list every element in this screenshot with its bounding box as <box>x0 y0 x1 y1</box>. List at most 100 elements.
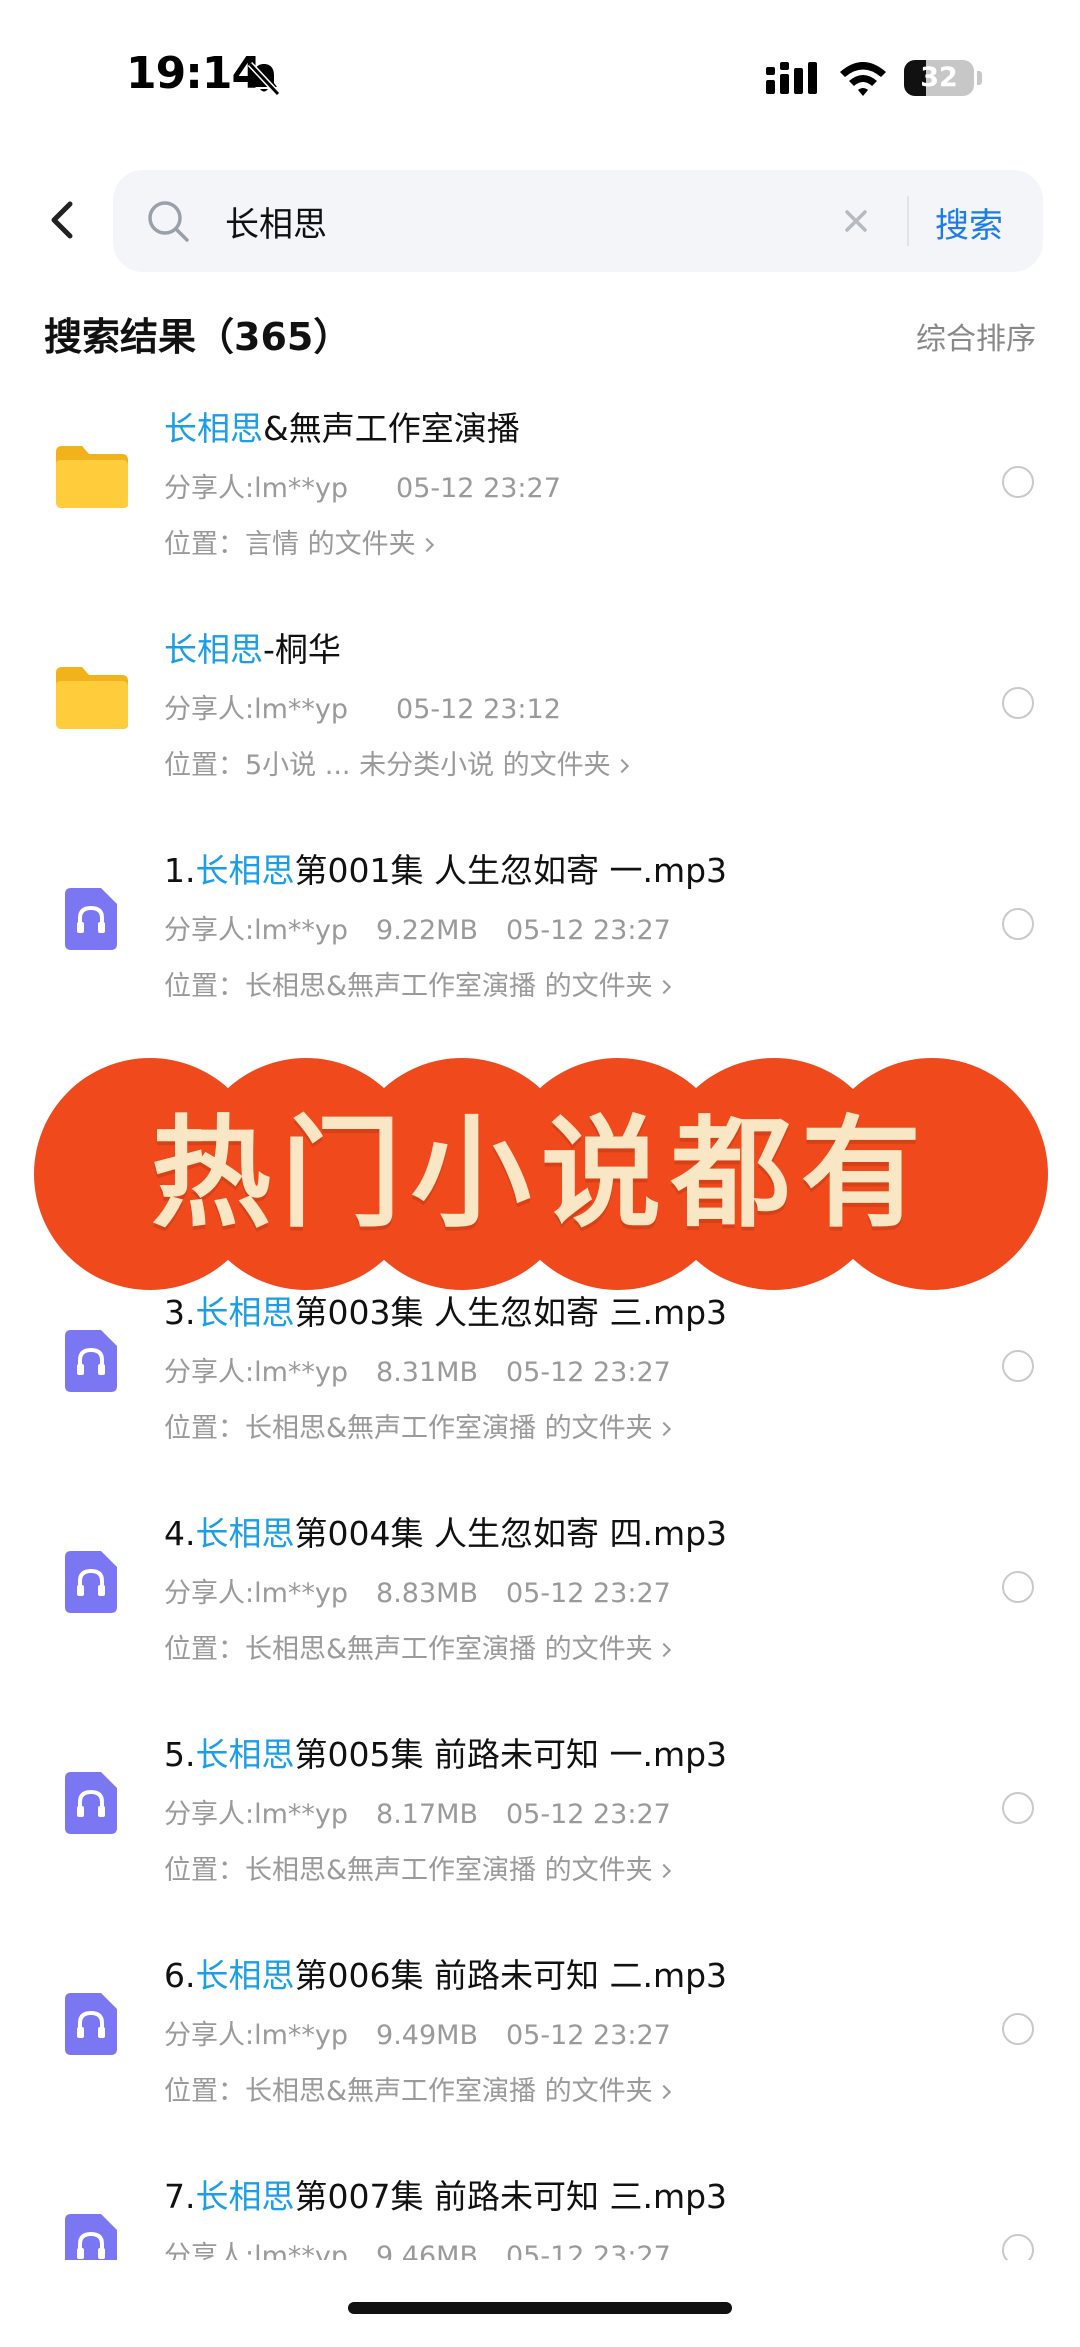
search-input[interactable] <box>225 194 805 248</box>
select-radio[interactable] <box>1002 1792 1034 1824</box>
item-location: 位置：言情 的文件夹 <box>164 529 416 560</box>
item-title-rest: 第006集 前路未可知 二.mp3 <box>294 1956 728 1995</box>
select-radio[interactable] <box>1002 687 1034 719</box>
item-title: 长相思-桐华 <box>164 623 341 671</box>
item-title-prefix: 1. <box>164 851 196 890</box>
wifi-icon <box>840 62 886 96</box>
item-sharer: 分享人:lm**yp <box>164 915 349 946</box>
search-icon <box>148 201 189 242</box>
item-meta: 分享人:lm**yp 05-12 23:27 <box>164 466 589 505</box>
item-title: 长相思&無声工作室演播 <box>164 402 520 450</box>
back-button[interactable] <box>36 190 92 250</box>
item-meta: 分享人:lm**yp 9.49MB 05-12 23:27 <box>164 2013 699 2052</box>
list-item[interactable]: 5.长相思第005集 前路未可知 一.mp3 分享人:lm**yp 8.17MB 0… <box>0 1706 1080 1927</box>
item-location-link[interactable]: 位置：言情 的文件夹 <box>164 522 434 561</box>
select-radio[interactable] <box>1002 2013 1034 2045</box>
search-box: 搜索 <box>113 170 1043 272</box>
item-time: 05-12 23:27 <box>505 915 671 946</box>
chevron-right-icon <box>656 1642 671 1658</box>
audio-file-icon <box>65 1330 117 1392</box>
audio-file-icon <box>65 888 117 950</box>
item-size: 9.46MB <box>376 2241 478 2260</box>
item-location-link[interactable]: 位置：长相思&無声工作室演播 的文件夹 <box>164 1627 671 1666</box>
item-time: 05-12 23:27 <box>505 1578 671 1609</box>
item-location: 位置：长相思&無声工作室演播 的文件夹 <box>164 1855 653 1886</box>
item-location: 位置：5小说 ... 未分类小说 的文件夹 <box>164 750 611 781</box>
item-title-highlight: 长相思 <box>195 2177 295 2216</box>
item-sharer: 分享人:lm**yp <box>164 473 349 504</box>
item-time: 05-12 23:27 <box>396 473 561 504</box>
list-item[interactable]: 4.长相思第004集 人生忽如寄 四.mp3 分享人:lm**yp 8.83MB 0… <box>0 1485 1080 1706</box>
item-title-highlight: 长相思 <box>164 630 263 669</box>
chevron-right-icon <box>656 1421 671 1437</box>
item-sharer: 分享人:lm**yp <box>164 1799 349 1830</box>
clear-search-icon[interactable] <box>835 200 877 242</box>
item-title-prefix: 6. <box>164 1956 196 1995</box>
search-button[interactable]: 搜索 <box>935 198 1003 247</box>
chevron-right-icon <box>614 758 629 774</box>
select-radio[interactable] <box>1002 1571 1034 1603</box>
list-item[interactable]: 长相思&無声工作室演播 分享人:lm**yp 05-12 23:27 位置：言情 … <box>0 380 1080 601</box>
item-size: 9.49MB <box>376 2020 478 2051</box>
item-location-link[interactable]: 位置：长相思&無声工作室演播 的文件夹 <box>164 1848 671 1887</box>
audio-file-icon <box>65 1993 117 2055</box>
item-title: 1.长相思第001集 人生忽如寄 一.mp3 <box>164 844 727 892</box>
list-item[interactable]: 长相思-桐华 分享人:lm**yp 05-12 23:12 位置：5小说 ... … <box>0 601 1080 822</box>
cellular-signal-icon <box>766 62 817 94</box>
item-time: 05-12 23:27 <box>505 1799 671 1830</box>
item-meta: 分享人:lm**yp 05-12 23:12 <box>164 687 589 726</box>
battery-level: 32 <box>920 62 958 93</box>
list-item[interactable]: 7.长相思第007集 前路未可知 三.mp3 分享人:lm**yp 9.46MB 0… <box>0 2148 1080 2260</box>
select-radio[interactable] <box>1002 1350 1034 1382</box>
item-location: 位置：长相思&無声工作室演播 的文件夹 <box>164 1413 653 1444</box>
promo-text: 热门小说都有 <box>151 1103 931 1244</box>
item-size: 8.31MB <box>376 1357 478 1388</box>
battery-indicator: 32 <box>904 60 974 96</box>
chevron-right-icon <box>419 537 434 553</box>
audio-file-icon <box>65 1551 117 1613</box>
item-title-prefix: 5. <box>164 1735 196 1774</box>
home-indicator <box>348 2302 732 2314</box>
item-sharer: 分享人:lm**yp <box>164 2020 349 2051</box>
item-title-highlight: 长相思 <box>195 1735 295 1774</box>
item-title-rest: &無声工作室演播 <box>263 409 520 448</box>
item-meta: 分享人:lm**yp 9.22MB 05-12 23:27 <box>164 908 699 947</box>
item-size: 9.22MB <box>376 915 478 946</box>
item-time: 05-12 23:27 <box>505 2241 671 2260</box>
chevron-right-icon <box>656 979 671 995</box>
item-title-prefix: 3. <box>164 1293 196 1332</box>
item-sharer: 分享人:lm**yp <box>164 2241 349 2260</box>
select-radio[interactable] <box>1002 2234 1034 2260</box>
audio-file-icon <box>65 1772 117 1834</box>
item-sharer: 分享人:lm**yp <box>164 1357 349 1388</box>
item-title-highlight: 长相思 <box>195 851 295 890</box>
item-sharer: 分享人:lm**yp <box>164 1578 349 1609</box>
item-title: 7.长相思第007集 前路未可知 三.mp3 <box>164 2170 727 2218</box>
select-radio[interactable] <box>1002 908 1034 940</box>
item-meta: 分享人:lm**yp 8.17MB 05-12 23:27 <box>164 1792 699 1831</box>
results-list: 长相思&無声工作室演播 分享人:lm**yp 05-12 23:27 位置：言情 … <box>0 380 1080 2260</box>
item-title-highlight: 长相思 <box>195 1514 295 1553</box>
item-title-rest: 第001集 人生忽如寄 一.mp3 <box>294 851 728 890</box>
list-item[interactable]: 6.长相思第006集 前路未可知 二.mp3 分享人:lm**yp 9.49MB 0… <box>0 1927 1080 2148</box>
list-item[interactable]: 1.长相思第001集 人生忽如寄 一.mp3 分享人:lm**yp 9.22MB 0… <box>0 822 1080 1043</box>
item-location-link[interactable]: 位置：长相思&無声工作室演播 的文件夹 <box>164 964 671 1003</box>
select-radio[interactable] <box>1002 466 1034 498</box>
item-location-link[interactable]: 位置：5小说 ... 未分类小说 的文件夹 <box>164 743 629 782</box>
sort-button[interactable]: 综合排序 <box>916 314 1036 358</box>
search-divider <box>907 196 909 246</box>
item-size: 8.17MB <box>376 1799 478 1830</box>
item-meta: 分享人:lm**yp 8.83MB 05-12 23:27 <box>164 1571 699 1610</box>
item-time: 05-12 23:27 <box>505 2020 671 2051</box>
item-time: 05-12 23:12 <box>396 694 561 725</box>
item-title-highlight: 长相思 <box>164 409 263 448</box>
item-title-prefix: 4. <box>164 1514 196 1553</box>
item-title-highlight: 长相思 <box>195 1956 295 1995</box>
item-location-link[interactable]: 位置：长相思&無声工作室演播 的文件夹 <box>164 2069 671 2108</box>
item-title-rest: 第005集 前路未可知 一.mp3 <box>294 1735 728 1774</box>
item-title: 5.长相思第005集 前路未可知 一.mp3 <box>164 1728 727 1776</box>
item-title-prefix: 7. <box>164 2177 196 2216</box>
item-location-link[interactable]: 位置：长相思&無声工作室演播 的文件夹 <box>164 1406 671 1445</box>
list-item[interactable]: 3.长相思第003集 人生忽如寄 三.mp3 分享人:lm**yp 8.31MB 0… <box>0 1264 1080 1485</box>
chevron-right-icon <box>656 2084 671 2100</box>
